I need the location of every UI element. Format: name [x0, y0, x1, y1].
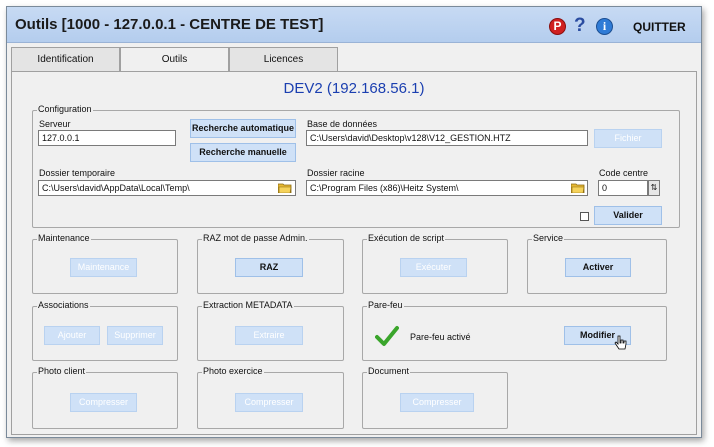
firewall-label: Pare-feu	[367, 300, 404, 310]
title-bar: Outils [1000 - 127.0.0.1 - CENTRE DE TES…	[7, 7, 701, 43]
spin-arrows-icon[interactable]: ⇅	[648, 180, 660, 196]
add-button[interactable]: Ajouter	[44, 326, 100, 345]
compress-document-button[interactable]: Compresser	[400, 393, 474, 412]
execute-button[interactable]: Exécuter	[400, 258, 467, 277]
info-icon[interactable]: i	[596, 18, 613, 35]
server-field[interactable]: 127.0.0.1	[38, 130, 176, 146]
temp-folder-label: Dossier temporaire	[39, 168, 116, 178]
configuration-label: Configuration	[37, 104, 93, 114]
file-button[interactable]: Fichier	[594, 129, 662, 148]
pdf-icon[interactable]: P	[549, 18, 566, 35]
tab-bar: Identification Outils Licences	[11, 47, 691, 73]
metadata-label: Extraction METADATA	[202, 300, 294, 310]
tab-identification[interactable]: Identification	[11, 47, 120, 72]
activate-button[interactable]: Activer	[565, 258, 631, 277]
maintenance-group: Maintenance Maintenance	[32, 233, 178, 294]
help-icon[interactable]: ?	[574, 15, 586, 37]
maintenance-button[interactable]: Maintenance	[70, 258, 137, 277]
database-label: Base de données	[307, 119, 378, 129]
document-group: Document Compresser	[362, 366, 508, 429]
auto-search-button[interactable]: Recherche automatique	[190, 119, 296, 138]
photo-client-label: Photo client	[37, 366, 87, 376]
option-checkbox[interactable]	[580, 212, 589, 221]
hand-cursor-icon	[614, 335, 627, 350]
compress-photo-exercise-button[interactable]: Compresser	[235, 393, 303, 412]
raz-button[interactable]: RAZ	[235, 258, 303, 277]
temp-folder-field[interactable]: C:\Users\david\AppData\Local\Temp\	[38, 180, 296, 196]
service-group: Service Activer	[527, 233, 667, 294]
root-folder-field[interactable]: C:\Program Files (x86)\Heitz System\	[306, 180, 588, 196]
script-label: Exécution de script	[367, 233, 446, 243]
folder-icon[interactable]	[571, 182, 585, 193]
database-field[interactable]: C:\Users\david\Desktop\v128\V12_GESTION.…	[306, 130, 588, 146]
center-code-label: Code centre	[599, 168, 649, 178]
extract-button[interactable]: Extraire	[235, 326, 303, 345]
document-label: Document	[367, 366, 411, 376]
service-label: Service	[532, 233, 565, 243]
manual-search-button[interactable]: Recherche manuelle	[190, 143, 296, 162]
server-title: DEV2 (192.168.56.1)	[283, 80, 425, 97]
tools-window: Outils [1000 - 127.0.0.1 - CENTRE DE TES…	[6, 6, 702, 438]
associations-group: Associations Ajouter Supprimer	[32, 300, 178, 361]
delete-button[interactable]: Supprimer	[107, 326, 163, 345]
window-title: Outils [1000 - 127.0.0.1 - CENTRE DE TES…	[15, 16, 324, 33]
configuration-group: Configuration Serveur 127.0.0.1 Recherch…	[32, 104, 680, 228]
center-code-field[interactable]: 0	[598, 180, 648, 196]
photo-exercise-label: Photo exercice	[202, 366, 264, 376]
script-group: Exécution de script Exécuter	[362, 233, 508, 294]
photo-exercise-group: Photo exercice Compresser	[197, 366, 344, 429]
quit-button[interactable]: QUITTER	[633, 20, 686, 34]
firewall-group: Pare-feu Pare-feu activé Modifier	[362, 300, 667, 361]
folder-icon[interactable]	[278, 182, 292, 193]
compress-photo-client-button[interactable]: Compresser	[70, 393, 137, 412]
firewall-status: Pare-feu activé	[410, 332, 471, 342]
maintenance-label: Maintenance	[37, 233, 91, 243]
root-folder-label: Dossier racine	[307, 168, 365, 178]
raz-group: RAZ mot de passe Admin. RAZ	[197, 233, 344, 294]
server-label: Serveur	[39, 119, 71, 129]
photo-client-group: Photo client Compresser	[32, 366, 178, 429]
associations-label: Associations	[37, 300, 90, 310]
checkmark-icon	[375, 326, 399, 346]
validate-button[interactable]: Valider	[594, 206, 662, 225]
tab-licences[interactable]: Licences	[229, 47, 338, 72]
raz-label: RAZ mot de passe Admin.	[202, 233, 309, 243]
tab-outils[interactable]: Outils	[120, 47, 229, 73]
metadata-group: Extraction METADATA Extraire	[197, 300, 344, 361]
tools-panel: DEV2 (192.168.56.1) Configuration Serveu…	[11, 71, 697, 435]
